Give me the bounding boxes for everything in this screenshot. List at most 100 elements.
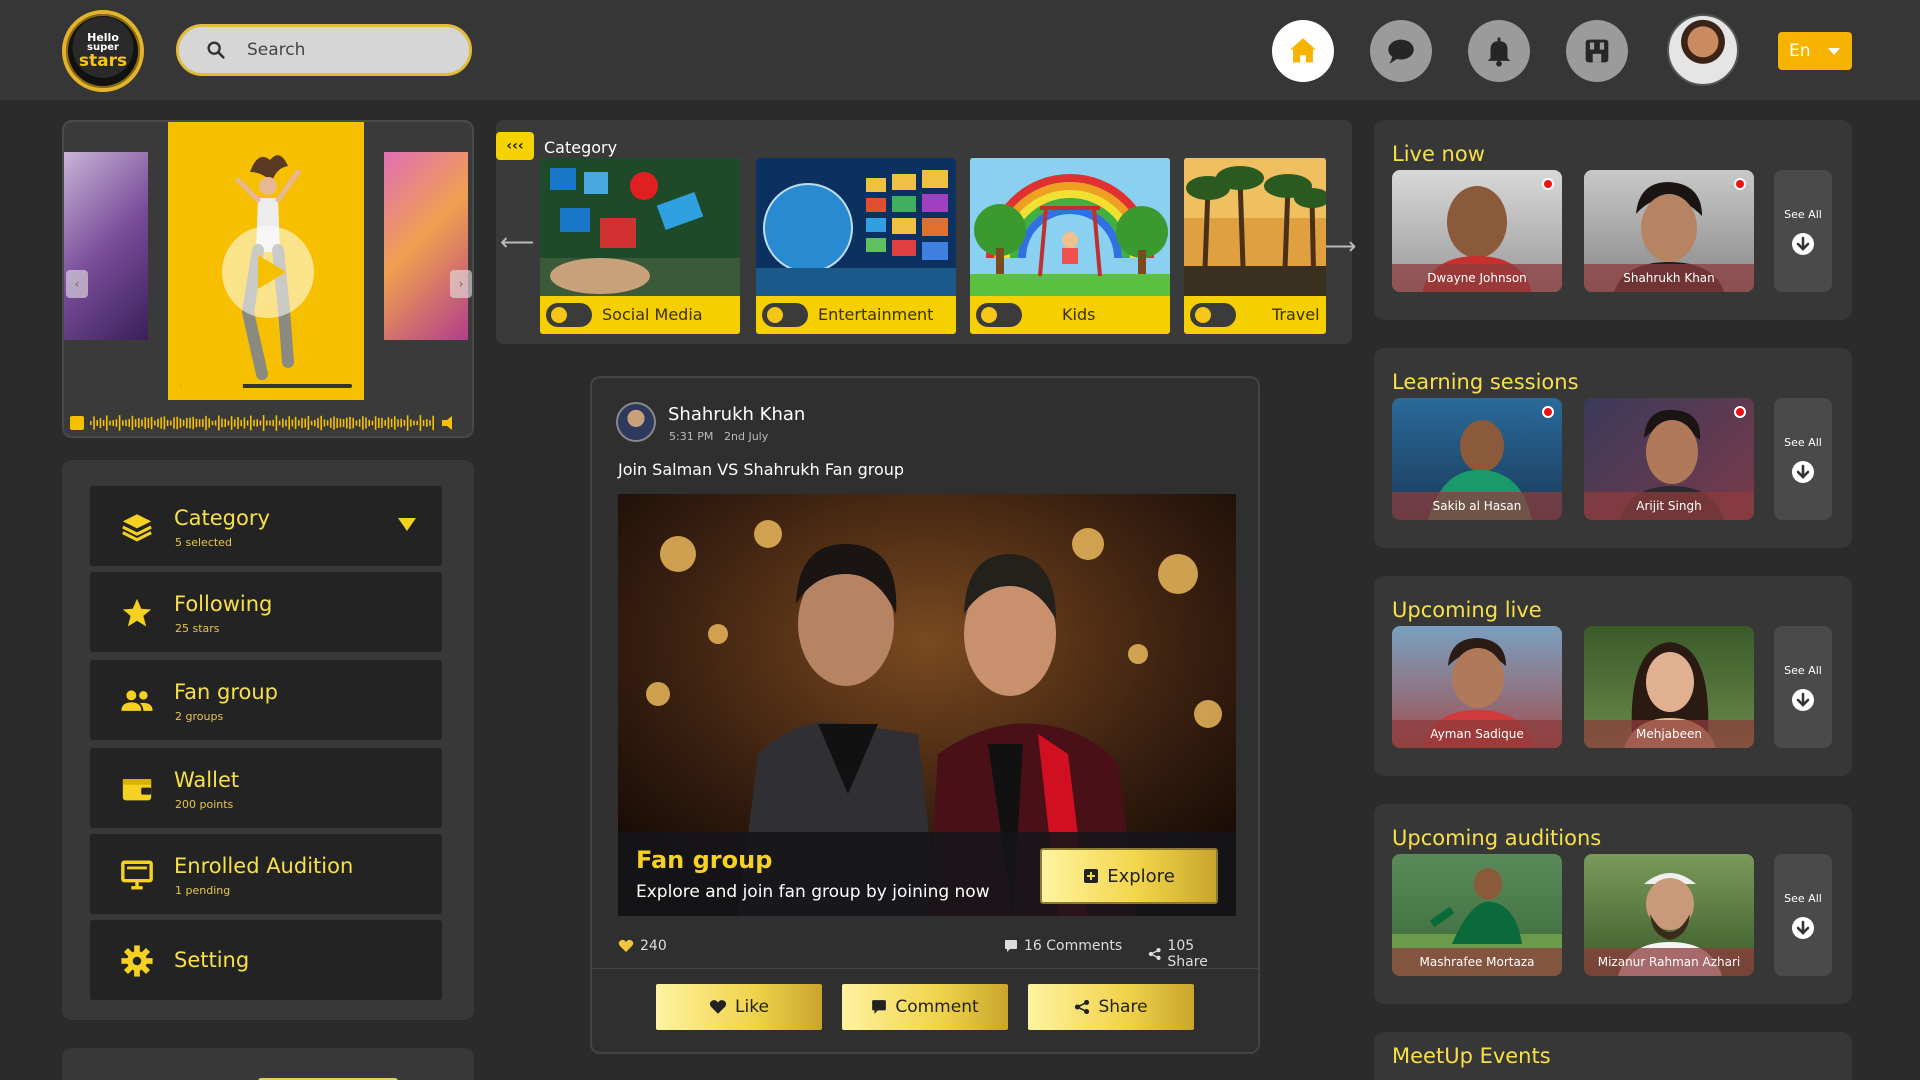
category-card-social-media[interactable]: Social Media xyxy=(540,158,740,334)
search-input[interactable] xyxy=(247,40,437,60)
entertainment-image xyxy=(756,158,956,296)
menu-item-enrolled-audition[interactable]: Enrolled Audition 1 pending xyxy=(90,834,442,914)
category-toggle[interactable] xyxy=(1190,303,1236,327)
shares-count[interactable]: 105 Share xyxy=(1148,938,1236,970)
waveform-bar xyxy=(403,420,406,426)
see-all-button[interactable]: See All xyxy=(1774,626,1832,748)
dropdown-triangle-icon[interactable] xyxy=(398,518,416,531)
waveform-bar xyxy=(211,420,214,426)
carousel-next-arrow[interactable]: › xyxy=(450,270,472,298)
person-card[interactable]: Dwayne Johnson xyxy=(1392,170,1562,292)
waveform-bar xyxy=(275,415,278,431)
slide-previous[interactable] xyxy=(64,152,148,340)
waveform-bar xyxy=(166,419,169,427)
share-button[interactable]: Share xyxy=(1028,984,1194,1030)
waveform-bar xyxy=(410,419,412,427)
menu-item-following[interactable]: Following 25 stars xyxy=(90,572,442,652)
likes-count[interactable]: 240 xyxy=(618,938,667,954)
post-stats: 240 16 Comments 105 Share xyxy=(618,938,1236,970)
waveform-bar xyxy=(371,420,374,426)
post-image[interactable]: Fan group Explore and join fan group by … xyxy=(618,494,1236,916)
person-card[interactable]: Mizanur Rahman Azhari xyxy=(1584,854,1754,976)
comments-count[interactable]: 16 Comments xyxy=(1004,938,1122,954)
person-card[interactable]: Ayman Sadique xyxy=(1392,626,1562,748)
logo[interactable]: Hello super stars xyxy=(62,10,144,92)
person-card[interactable]: Arijit Singh xyxy=(1584,398,1754,520)
user-avatar[interactable] xyxy=(1667,14,1739,86)
arrow-down-circle-icon xyxy=(1792,461,1814,483)
waveform-bar xyxy=(282,418,284,428)
comment-button[interactable]: Comment xyxy=(842,984,1008,1030)
waveform-bar xyxy=(221,418,223,428)
menu-item-setting[interactable]: Setting xyxy=(90,920,442,1000)
slide-current[interactable] xyxy=(168,122,364,400)
toggle-knob xyxy=(767,307,783,323)
waveform-bar xyxy=(246,420,249,426)
post-author-avatar[interactable] xyxy=(616,402,656,442)
store-button[interactable] xyxy=(1566,20,1628,82)
play-icon xyxy=(258,255,286,289)
category-toggle[interactable] xyxy=(976,303,1022,327)
waveform-bar xyxy=(147,418,150,428)
like-button[interactable]: Like xyxy=(656,984,822,1030)
waveform-bar xyxy=(298,420,300,426)
audio-waveform xyxy=(70,415,452,431)
waveform-bar xyxy=(182,419,185,427)
upcoming-auditions-panel: Upcoming auditions Mashrafee Mortaza Miz… xyxy=(1374,804,1852,1004)
arrow-left-icon[interactable]: ⟵ xyxy=(500,228,534,256)
play-button[interactable] xyxy=(222,226,314,318)
chat-bubble-icon xyxy=(1388,39,1414,64)
waveform-bar xyxy=(355,420,358,426)
see-all-button[interactable]: See All xyxy=(1774,398,1832,520)
playback-progress-handle[interactable] xyxy=(230,380,243,392)
waveform-bar xyxy=(394,416,396,430)
slide-next[interactable] xyxy=(384,152,468,340)
category-name: Social Media xyxy=(602,305,703,324)
waveform-bar xyxy=(138,418,140,428)
collapse-button[interactable]: ‹‹‹ xyxy=(496,132,534,160)
waveform-bar xyxy=(381,417,383,429)
waveform-bar xyxy=(288,416,290,430)
waveform-bar xyxy=(189,417,191,429)
arrow-right-icon[interactable]: ⟶ xyxy=(1322,232,1356,260)
category-toggle[interactable] xyxy=(762,303,808,327)
person-card[interactable]: Mehjabeen xyxy=(1584,626,1754,748)
banner-title: Fan group xyxy=(636,846,773,874)
menu-item-title: Enrolled Audition xyxy=(174,854,354,878)
category-card-entertainment[interactable]: Entertainment xyxy=(756,158,956,334)
category-name: Entertainment xyxy=(818,305,934,324)
waveform-bar xyxy=(250,415,252,431)
notifications-button[interactable] xyxy=(1468,20,1530,82)
person-card[interactable]: Shahrukh Khan xyxy=(1584,170,1754,292)
see-all-label: See All xyxy=(1784,892,1822,905)
category-card-kids[interactable]: Kids xyxy=(970,158,1170,334)
language-select[interactable]: En xyxy=(1778,32,1852,70)
waveform-bar xyxy=(163,416,166,430)
waveform-bar xyxy=(304,418,306,428)
playback-progress-bar[interactable] xyxy=(180,380,352,392)
see-all-label: See All xyxy=(1784,208,1822,221)
explore-button[interactable]: Explore xyxy=(1040,848,1218,904)
waveform-bar xyxy=(320,415,322,431)
social-media-image xyxy=(540,158,740,296)
waveform-bar xyxy=(202,418,204,428)
menu-item-category[interactable]: Category 5 selected xyxy=(90,486,442,566)
search-bar[interactable] xyxy=(176,24,472,76)
waveform-bar xyxy=(266,420,268,426)
waveform-bar xyxy=(198,419,201,427)
post-author-name[interactable]: Shahrukh Khan xyxy=(668,404,805,425)
person-card[interactable]: Sakib al Hasan xyxy=(1392,398,1562,520)
menu-item-fan-group[interactable]: Fan group 2 groups xyxy=(90,660,442,740)
messages-button[interactable] xyxy=(1370,20,1432,82)
home-button[interactable] xyxy=(1272,20,1334,82)
waveform-bar xyxy=(90,421,92,425)
category-toggle[interactable] xyxy=(546,303,592,327)
category-card-travel[interactable]: Travel xyxy=(1184,158,1326,334)
carousel-prev-arrow[interactable]: ‹ xyxy=(66,270,88,298)
person-card[interactable]: Mashrafee Mortaza xyxy=(1392,854,1562,976)
menu-item-wallet[interactable]: Wallet 200 points xyxy=(90,748,442,828)
like-label: Like xyxy=(735,997,769,1017)
see-all-button[interactable]: See All xyxy=(1774,170,1832,292)
waveform-bar xyxy=(173,417,175,429)
see-all-button[interactable]: See All xyxy=(1774,854,1832,976)
